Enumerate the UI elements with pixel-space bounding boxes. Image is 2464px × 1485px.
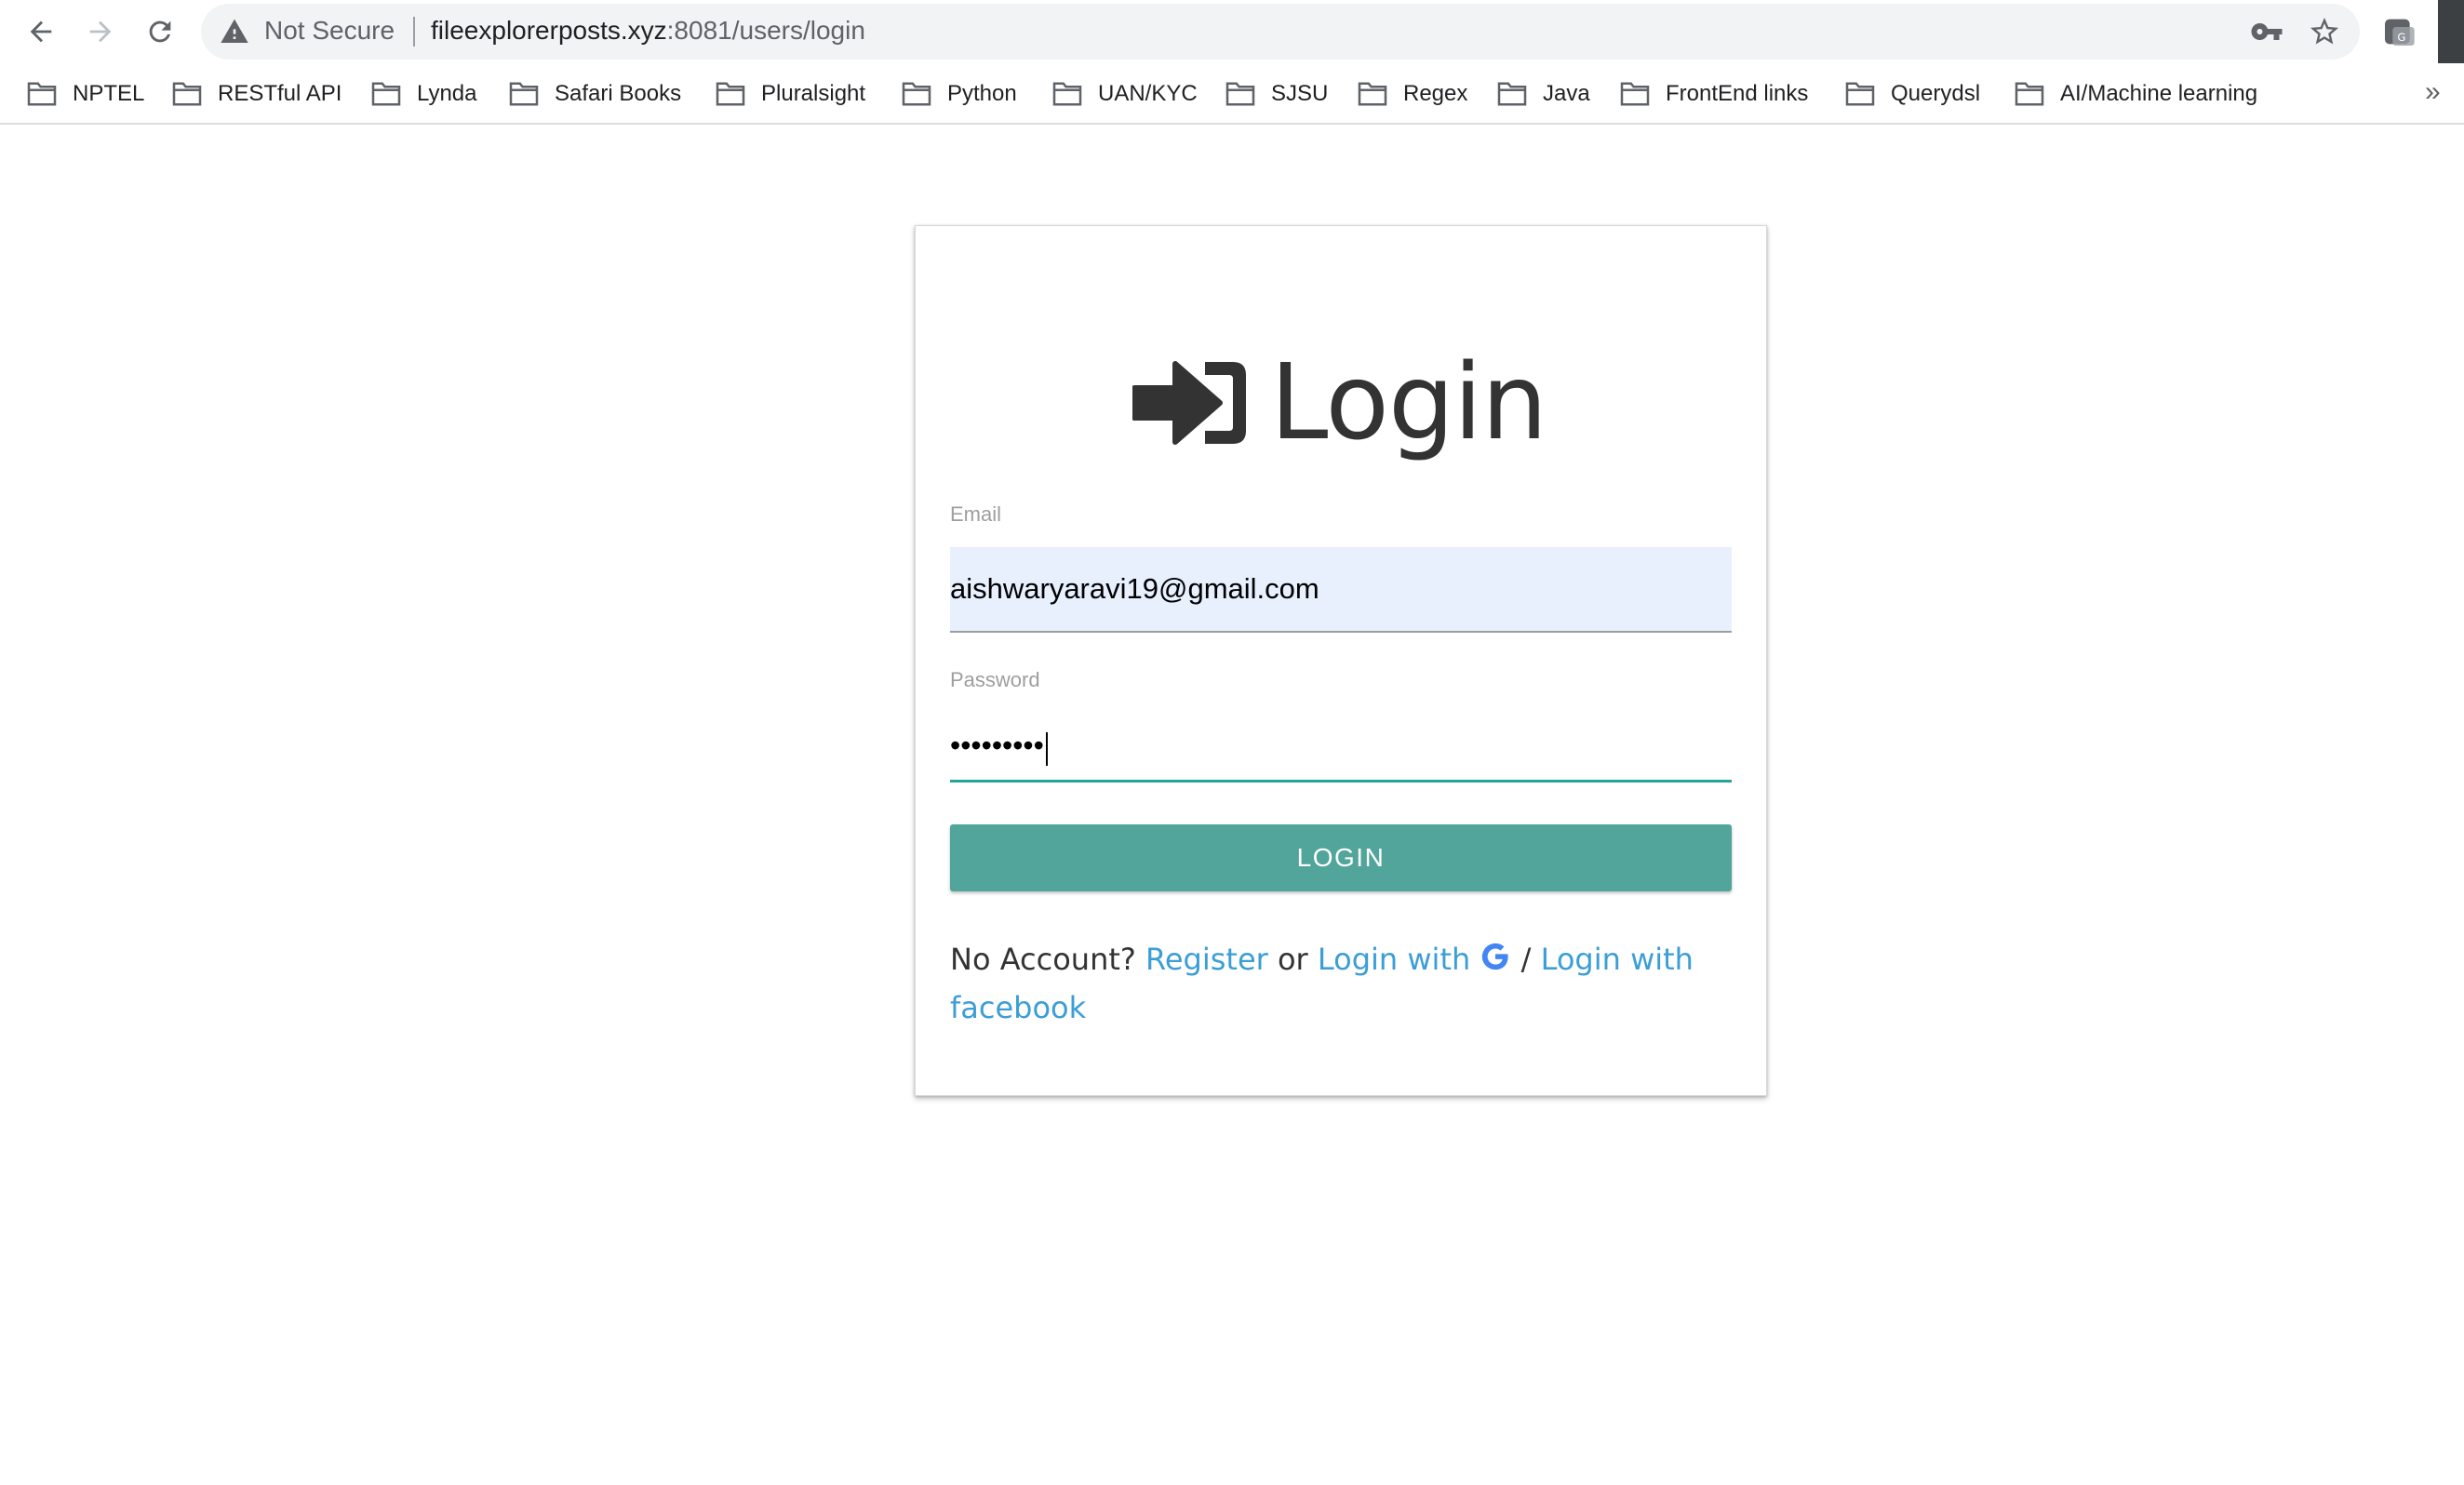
bookmarks-bar: NPTEL RESTful API Lynda Safari Books Plu… <box>0 63 2464 125</box>
bookmark-label: FrontEnd links <box>1666 81 1809 106</box>
page-title: Login <box>1270 342 1547 463</box>
bookmark-python[interactable]: Python <box>901 78 1017 110</box>
folder-icon <box>1845 82 1875 106</box>
bookmark-label: SJSU <box>1271 81 1329 106</box>
auth-options: No Account? Register or Login with / Log… <box>950 935 1732 1032</box>
bookmark-uan-kyc[interactable]: UAN/KYC <box>1051 78 1198 110</box>
address-bar[interactable]: Not Secure fileexplorerposts.xyz:8081/us… <box>201 4 2360 60</box>
address-separator <box>413 17 415 47</box>
password-field[interactable]: ••••••••• <box>950 712 1732 783</box>
browser-toolbar: Not Secure fileexplorerposts.xyz:8081/us… <box>0 0 2464 93</box>
bookmark-label: Regex <box>1403 81 1468 106</box>
login-card: Login Email Password ••••••••• LOGIN No … <box>915 225 1767 1096</box>
reload-button[interactable] <box>138 9 182 54</box>
register-link[interactable]: Register <box>1145 942 1268 977</box>
arrow-left-icon <box>30 20 52 43</box>
bookmark-label: RESTful API <box>218 81 342 106</box>
bookmark-label: NPTEL <box>73 81 145 106</box>
bookmark-regex[interactable]: Regex <box>1357 78 1467 110</box>
email-field-wrapper <box>950 547 1732 633</box>
forward-button[interactable] <box>78 9 123 54</box>
bookmark-label: Pluralsight <box>761 81 866 106</box>
bookmarks-overflow-button[interactable]: » <box>2425 76 2441 108</box>
bookmark-label: AI/Machine learning <box>2060 81 2258 106</box>
folder-icon <box>27 82 57 106</box>
folder-icon <box>1052 82 1082 106</box>
bookmark-label: Safari Books <box>555 81 682 106</box>
login-with-text: Login with <box>1317 942 1471 977</box>
slash-separator: / <box>1520 942 1532 977</box>
password-label: Password <box>950 668 1040 691</box>
google-login-link[interactable]: Login with <box>1318 942 1512 977</box>
no-account-text: No Account? <box>950 942 1136 977</box>
login-heading: Login <box>1132 338 1547 468</box>
folder-icon <box>1620 82 1650 106</box>
folder-icon <box>716 82 745 106</box>
bookmark-safari-books[interactable]: Safari Books <box>508 78 681 110</box>
folder-icon <box>2015 82 2044 106</box>
google-icon <box>1482 943 1509 970</box>
key-icon[interactable] <box>2250 15 2283 48</box>
bookmark-label: UAN/KYC <box>1098 81 1198 106</box>
folder-icon <box>1225 82 1255 106</box>
folder-icon <box>1497 82 1527 106</box>
url-path: :8081/users/login <box>666 16 865 45</box>
login-button[interactable]: LOGIN <box>950 824 1732 891</box>
bookmark-ai-machine-learning[interactable]: AI/Machine learning <box>2014 78 2257 110</box>
password-value: ••••••••• <box>950 729 1044 762</box>
or-text: or <box>1277 942 1308 977</box>
text-cursor <box>1046 732 1048 766</box>
bookmark-java[interactable]: Java <box>1496 78 1590 110</box>
sign-in-icon <box>1132 361 1246 445</box>
bookmark-label: Python <box>947 81 1017 106</box>
svg-text:G: G <box>2397 31 2405 44</box>
bookmark-pluralsight[interactable]: Pluralsight <box>715 78 865 110</box>
arrow-right-icon <box>89 20 112 43</box>
folder-icon <box>509 82 539 106</box>
bookmark-frontend-links[interactable]: FrontEnd links <box>1619 78 1808 110</box>
bookmark-label: Lynda <box>417 81 477 106</box>
extension-icon[interactable]: G <box>2380 13 2417 50</box>
reload-icon <box>149 20 171 43</box>
folder-icon <box>1358 82 1387 106</box>
folder-icon <box>371 82 401 106</box>
bookmark-lynda[interactable]: Lynda <box>370 78 477 110</box>
warning-icon[interactable] <box>220 17 249 47</box>
email-label: Email <box>950 502 1002 526</box>
url-text[interactable]: fileexplorerposts.xyz:8081/users/login <box>431 16 865 46</box>
bookmark-querydsl[interactable]: Querydsl <box>1844 78 1980 110</box>
star-icon[interactable] <box>2308 15 2341 48</box>
folder-icon <box>172 82 202 106</box>
email-field[interactable] <box>950 547 1732 631</box>
bookmark-label: Querydsl <box>1891 81 1981 106</box>
folder-icon <box>902 82 931 106</box>
back-button[interactable] <box>19 9 63 54</box>
bookmark-restful-api[interactable]: RESTful API <box>171 78 341 110</box>
bookmark-label: Java <box>1543 81 1590 106</box>
bookmark-sjsu[interactable]: SJSU <box>1225 78 1328 110</box>
security-status[interactable]: Not Secure <box>264 16 395 46</box>
url-host: fileexplorerposts.xyz <box>431 16 667 45</box>
bookmark-nptel[interactable]: NPTEL <box>26 78 144 110</box>
